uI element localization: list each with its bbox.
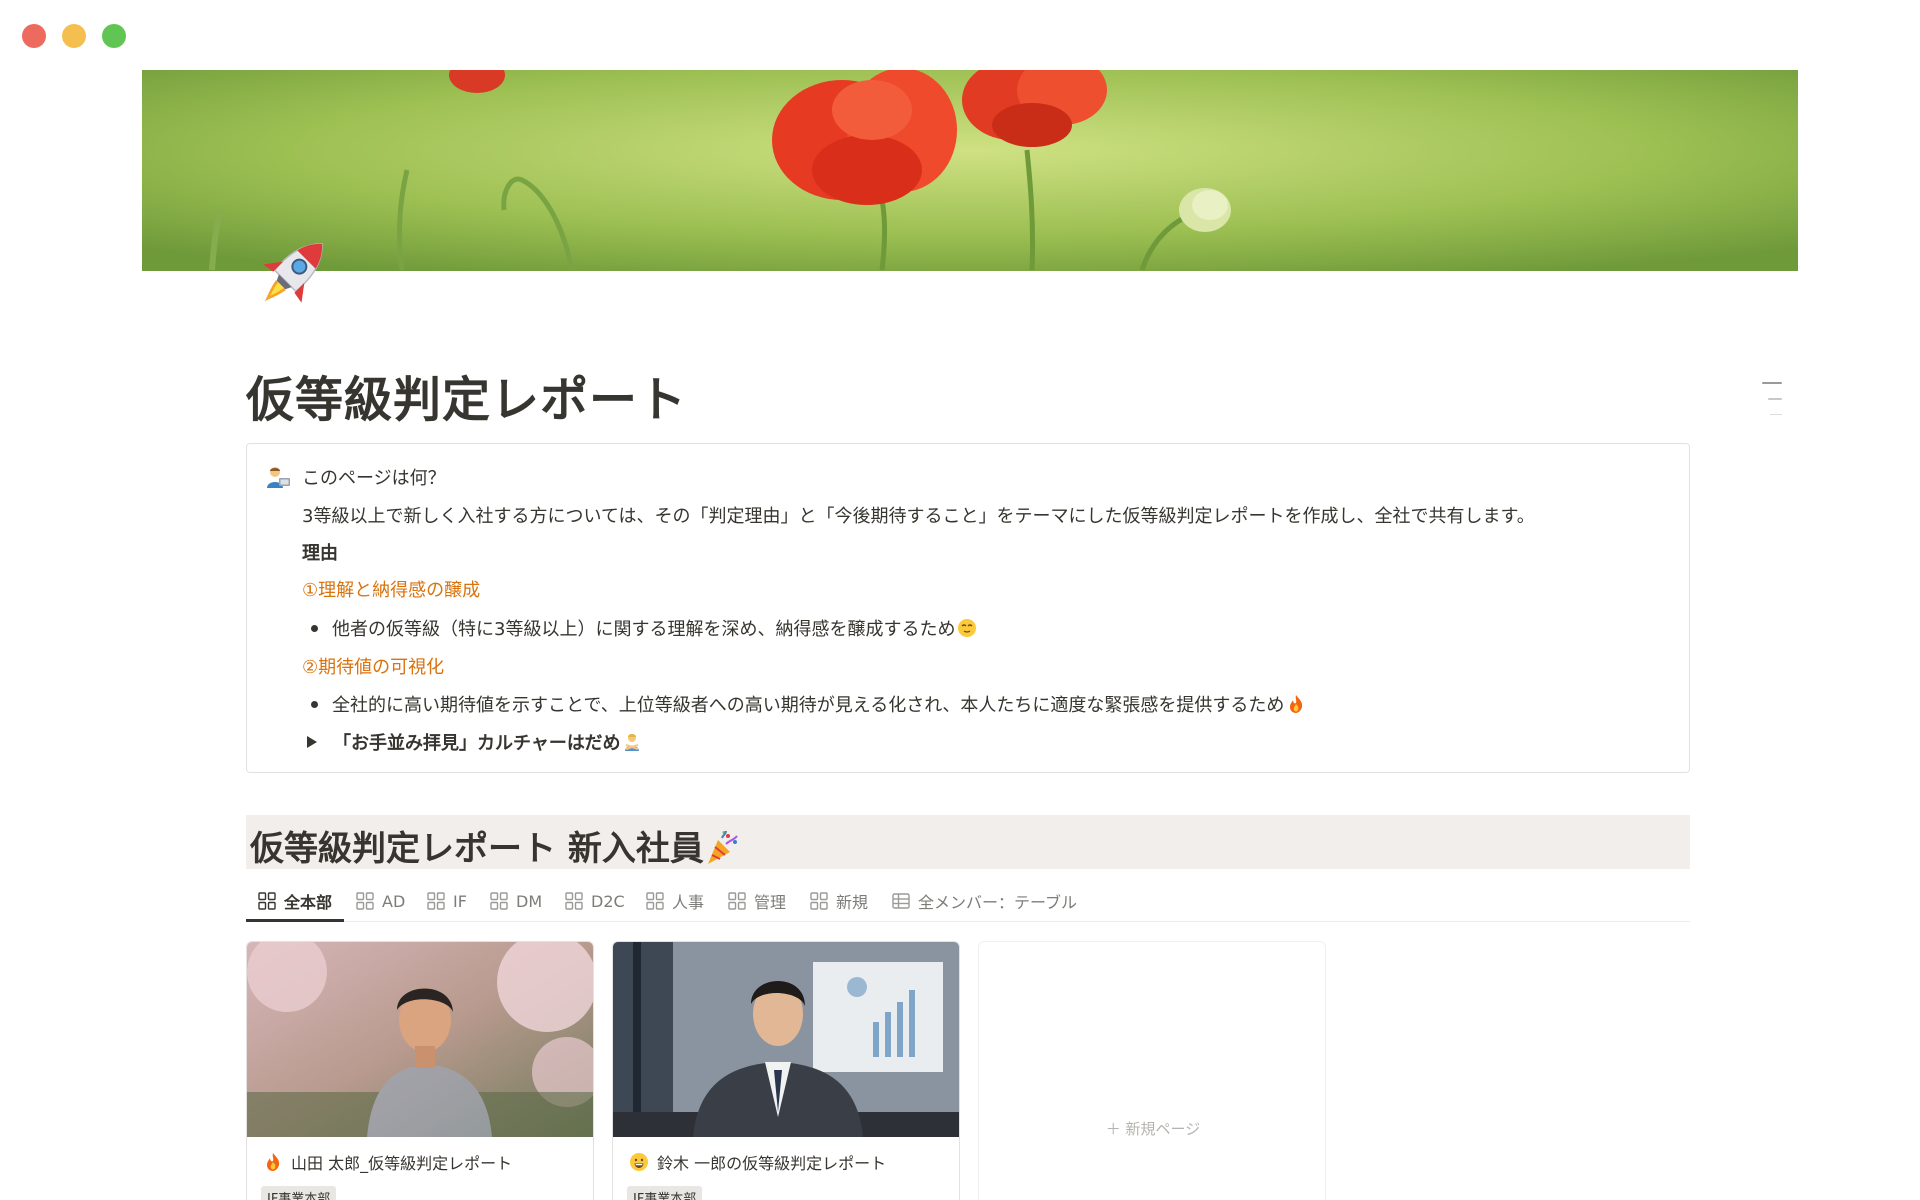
rocket-icon[interactable]	[246, 226, 340, 320]
card-cover-photo	[613, 942, 959, 1137]
point2-bullet: 全社的に高い期待値を示すことで、上位等級者への高い期待が見える化され、本人たちに…	[311, 691, 1306, 717]
tab-all-members-table[interactable]: 全メンバー：テーブル	[892, 888, 1077, 914]
close-window-button[interactable]	[22, 24, 46, 48]
point1-title: ①理解と納得感の醸成	[302, 580, 481, 601]
active-tab-indicator	[246, 919, 344, 922]
tab-label: 新規	[836, 893, 869, 912]
tab-label: 人事	[672, 893, 705, 912]
tab-label: D2C	[591, 891, 625, 911]
tab-d2c[interactable]: D2C	[565, 888, 625, 914]
person-at-computer-icon	[267, 467, 290, 488]
relieved-face-icon	[958, 619, 977, 637]
tab-label: AD	[382, 891, 406, 911]
poppy-cover-illustration	[142, 70, 1798, 271]
card-title-text: 山田 太郎_仮等級判定レポート	[291, 1154, 513, 1173]
tab-management[interactable]: 管理	[728, 888, 786, 914]
tab-ad[interactable]: AD	[356, 888, 405, 914]
tab-label: 全メンバー：テーブル	[918, 893, 1078, 912]
table-view-icon	[892, 893, 910, 909]
database-header: 仮等級判定レポート 新入社員	[246, 815, 1690, 869]
tab-if[interactable]: IF	[427, 888, 467, 914]
app-window: 仮等級判定レポート このページは何？ 3等級以上で新しく入社する方については、そ…	[0, 0, 1920, 1200]
card-title[interactable]: 山田 太郎_仮等級判定レポート	[263, 1150, 512, 1174]
gallery-view-icon	[427, 892, 445, 910]
culture-toggle[interactable]: 「お手並み拝見」カルチャーはだめ	[307, 729, 642, 755]
tab-new-business[interactable]: 新規	[810, 888, 868, 914]
card-cover-photo	[247, 942, 593, 1137]
callout-block[interactable]: このページは何？ 3等級以上で新しく入社する方については、その「判定理由」と「今…	[246, 443, 1690, 773]
gallery-view-icon	[490, 892, 508, 910]
new-page-button[interactable]: ＋ 新規ページ	[979, 1118, 1325, 1139]
callout-intro-text: 3等級以上で新しく入社する方については、その「判定理由」と「今後期待すること」を…	[302, 506, 1535, 527]
fire-icon	[1290, 695, 1303, 713]
tab-label: IF	[453, 891, 467, 911]
tab-label: 管理	[754, 893, 787, 912]
gallery-view-icon	[728, 892, 746, 910]
tab-label: DM	[516, 891, 543, 911]
department-tag: IF事業本部	[627, 1186, 703, 1200]
gallery-view-icon	[646, 892, 664, 910]
maximize-window-button[interactable]	[102, 24, 126, 48]
toggle-triangle-icon[interactable]	[307, 736, 317, 748]
point2-bullet-text: 全社的に高い期待値を示すことで、上位等級者への高い期待が見える化され、本人たちに…	[332, 695, 1285, 716]
tab-hr[interactable]: 人事	[646, 888, 704, 914]
database-view-tabs: 全本部 AD IF DM D2C 人事 管理 新規 全メンバー：テーブル	[246, 880, 1690, 922]
gallery-card[interactable]: 鈴木 一郎の仮等級判定レポート IF事業本部	[612, 941, 960, 1200]
gallery-view-icon	[258, 892, 276, 910]
database-title-text: 仮等級判定レポート 新入社員	[250, 829, 704, 869]
bullet-dot	[311, 624, 318, 632]
card-title[interactable]: 鈴木 一郎の仮等級判定レポート	[629, 1150, 886, 1174]
person-gesturing-no-icon	[625, 734, 640, 751]
page-cover-image[interactable]	[142, 70, 1798, 271]
point2-title: ②期待値の可視化	[302, 657, 445, 678]
table-of-contents-button[interactable]	[1760, 378, 1782, 418]
bullet-dot	[311, 700, 318, 708]
card-title-text: 鈴木 一郎の仮等級判定レポート	[657, 1154, 887, 1173]
new-page-card[interactable]: ＋ 新規ページ	[978, 941, 1326, 1200]
point1-bullet-text: 他者の仮等級（特に3等級以上）に関する理解を深め、納得感を醸成するため	[332, 619, 956, 640]
window-controls	[22, 24, 126, 48]
toggle-label: 「お手並み拝見」カルチャーはだめ	[333, 733, 621, 754]
gallery-view-icon	[356, 892, 374, 910]
page-title[interactable]: 仮等級判定レポート	[246, 360, 687, 430]
minimize-window-button[interactable]	[62, 24, 86, 48]
database-title[interactable]: 仮等級判定レポート 新入社員	[250, 821, 740, 870]
callout-heading: このページは何？	[302, 468, 446, 489]
department-tag: IF事業本部	[261, 1186, 337, 1200]
gallery-view-icon	[810, 892, 828, 910]
tab-all-departments[interactable]: 全本部	[258, 888, 332, 914]
gallery-card[interactable]: 山田 太郎_仮等級判定レポート IF事業本部	[246, 941, 594, 1200]
tab-label: 全本部	[284, 893, 333, 912]
tab-dm[interactable]: DM	[490, 888, 542, 914]
point1-bullet: 他者の仮等級（特に3等級以上）に関する理解を深め、納得感を醸成するため	[311, 615, 977, 641]
grinning-face-icon	[630, 1153, 648, 1171]
party-popper-icon	[707, 830, 738, 864]
gallery-view-icon	[565, 892, 583, 910]
fire-icon	[267, 1153, 280, 1171]
reason-label: 理由	[302, 543, 338, 564]
